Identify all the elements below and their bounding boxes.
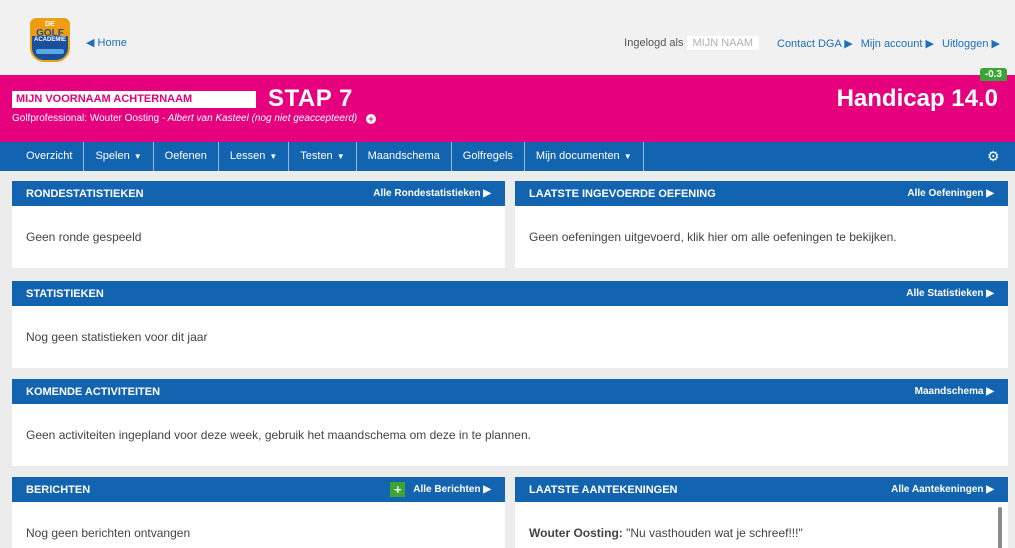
logged-in-label: Ingelogd als bbox=[624, 37, 684, 49]
all-notes-link[interactable]: Alle Aantekeningen ▶ bbox=[891, 484, 994, 495]
handicap-change-badge: -0.3 bbox=[979, 68, 1007, 81]
panel-title: RONDESTATISTIEKEN bbox=[26, 187, 144, 200]
tab-label: Overzicht bbox=[26, 150, 73, 162]
pro-label: Golfprofessional: bbox=[12, 113, 88, 124]
step-level: STAP 7 bbox=[268, 85, 353, 112]
panel-rondestatistieken: RONDESTATISTIEKEN Alle Rondestatistieken… bbox=[12, 181, 505, 268]
panel-berichten: BERICHTEN + Alle Berichten ▶ Nog geen be… bbox=[12, 477, 505, 548]
tab-golfregels[interactable]: Golfregels bbox=[452, 142, 525, 171]
tab-maandschema[interactable]: Maandschema bbox=[357, 142, 452, 171]
handicap-value: Handicap 14.0 bbox=[836, 85, 998, 112]
pro-name: Wouter Oosting bbox=[89, 113, 160, 124]
caret-down-icon: ▼ bbox=[133, 152, 142, 161]
caret-down-icon: ▼ bbox=[269, 152, 278, 161]
my-account-link[interactable]: Mijn account ▶ bbox=[861, 37, 934, 50]
tab-overzicht[interactable]: Overzicht bbox=[16, 142, 85, 171]
tab-label: Testen bbox=[300, 150, 333, 162]
panel-statistieken: STATISTIEKEN Alle Statistieken ▶ Nog gee… bbox=[12, 281, 1008, 368]
gear-icon[interactable]: ⚙ bbox=[987, 149, 1001, 163]
tab-label: Lessen bbox=[229, 150, 266, 162]
panel-body-link[interactable]: Geen oefeningen uitgevoerd, klik hier om… bbox=[515, 206, 1008, 268]
tab-label: Spelen bbox=[95, 150, 130, 162]
tab-spelen[interactable]: Spelen ▼ bbox=[84, 142, 154, 171]
golf-professional-line: Golfprofessional: Wouter Oosting - Alber… bbox=[12, 113, 376, 124]
main-nav: Overzicht Spelen ▼ Oefenen Lessen ▼ Testen… bbox=[0, 142, 1015, 171]
berichten-actions: + Alle Berichten ▶ bbox=[390, 482, 491, 497]
contact-dga-link[interactable]: Contact DGA ▶ bbox=[777, 37, 853, 50]
panel-body: Nog geen berichten ontvangen bbox=[26, 526, 191, 540]
all-messages-link[interactable]: Alle Berichten ▶ bbox=[413, 484, 491, 495]
pending-pro: - Albert van Kasteel (nog niet geaccepte… bbox=[161, 113, 358, 124]
panel-title: KOMENDE ACTIVITEITEN bbox=[26, 385, 161, 398]
panel-title: STATISTIEKEN bbox=[26, 287, 104, 300]
maandschema-link[interactable]: Maandschema ▶ bbox=[915, 386, 994, 397]
account-links: Ingelogd als MIJN NAAM Contact DGA ▶ Mij… bbox=[624, 36, 1000, 50]
tab-label: Golfregels bbox=[462, 150, 513, 162]
panel-laatste-aantekeningen: LAATSTE AANTEKENINGEN Alle Aantekeningen… bbox=[515, 477, 1008, 548]
panel-header: STATISTIEKEN Alle Statistieken ▶ bbox=[12, 281, 1008, 306]
logo-ribbon bbox=[36, 49, 64, 54]
note-item: Wouter Oosting: "Nu vasthouden wat je sc… bbox=[515, 502, 1008, 548]
panel-title: BERICHTEN bbox=[26, 483, 91, 496]
tab-testen[interactable]: Testen ▼ bbox=[289, 142, 357, 171]
profile-banner: MIJN VOORNAAM ACHTERNAAM STAP 7 Golfprof… bbox=[0, 75, 1015, 142]
note-author: Wouter Oosting: bbox=[529, 526, 623, 540]
panel-title: LAATSTE AANTEKENINGEN bbox=[529, 483, 678, 496]
home-link[interactable]: ◀ Home bbox=[86, 36, 127, 49]
panel-body: Geen ronde gespeeld bbox=[26, 230, 142, 244]
add-pro-icon[interactable]: + bbox=[366, 114, 376, 124]
panel-body: Geen activiteiten ingepland voor deze we… bbox=[26, 428, 531, 442]
panel-title: LAATSTE INGEVOERDE OEFENING bbox=[529, 187, 716, 200]
note-text: "Nu vasthouden wat je schreef!!!" bbox=[626, 526, 803, 540]
logo-shield: DE GOLF ACADEMIE bbox=[30, 18, 70, 62]
panel-komende-activiteiten: KOMENDE ACTIVITEITEN Maandschema ▶ Geen … bbox=[12, 379, 1008, 466]
tab-label: Mijn documenten bbox=[535, 150, 620, 162]
panel-laatste-oefening: LAATSTE INGEVOERDE OEFENING Alle Oefenin… bbox=[515, 181, 1008, 268]
tab-label: Maandschema bbox=[367, 150, 440, 162]
user-name: MIJN NAAM bbox=[686, 36, 759, 50]
logo-line1: DE bbox=[45, 21, 55, 28]
caret-down-icon: ▼ bbox=[623, 152, 632, 161]
logo-line3: ACADEMIE bbox=[33, 37, 66, 43]
panel-header: RONDESTATISTIEKEN Alle Rondestatistieken… bbox=[12, 181, 505, 206]
logout-link[interactable]: Uitloggen ▶ bbox=[942, 37, 1000, 50]
tab-label: Oefenen bbox=[164, 150, 207, 162]
all-exercises-link[interactable]: Alle Oefeningen ▶ bbox=[907, 188, 994, 199]
scrollbar-thumb[interactable] bbox=[998, 507, 1002, 548]
caret-down-icon: ▼ bbox=[336, 152, 345, 161]
golf-academie-logo[interactable]: DE GOLF ACADEMIE bbox=[30, 18, 70, 62]
logo-top: DE GOLF bbox=[32, 20, 68, 39]
all-stats-link[interactable]: Alle Statistieken ▶ bbox=[906, 288, 994, 299]
panel-header: LAATSTE INGEVOERDE OEFENING Alle Oefenin… bbox=[515, 181, 1008, 206]
add-message-icon[interactable]: + bbox=[390, 482, 406, 497]
panel-body: Nog geen statistieken voor dit jaar bbox=[26, 330, 208, 344]
all-round-stats-link[interactable]: Alle Rondestatistieken ▶ bbox=[373, 188, 491, 199]
top-bar: DE GOLF ACADEMIE ◀ Home Ingelogd als MIJ… bbox=[0, 0, 1015, 75]
tab-oefenen[interactable]: Oefenen bbox=[154, 142, 219, 171]
tab-mijn-documenten[interactable]: Mijn documenten ▼ bbox=[525, 142, 644, 171]
tab-lessen[interactable]: Lessen ▼ bbox=[219, 142, 290, 171]
panel-header: BERICHTEN + Alle Berichten ▶ bbox=[12, 477, 505, 502]
panel-header: KOMENDE ACTIVITEITEN Maandschema ▶ bbox=[12, 379, 1008, 404]
panel-header: LAATSTE AANTEKENINGEN Alle Aantekeningen… bbox=[515, 477, 1008, 502]
full-name-field[interactable]: MIJN VOORNAAM ACHTERNAAM bbox=[12, 91, 256, 108]
